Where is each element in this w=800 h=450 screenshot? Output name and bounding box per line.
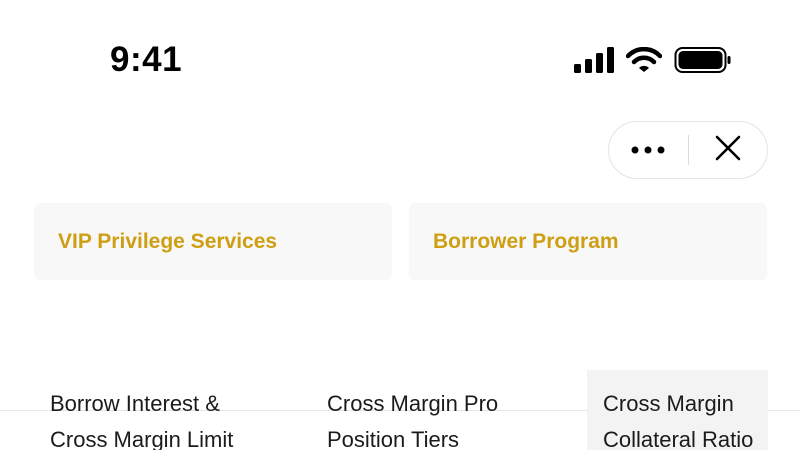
status-time: 9:41 — [110, 40, 183, 79]
status-icons — [574, 44, 732, 76]
vip-privilege-label: VIP Privilege Services — [58, 229, 278, 253]
screen: 9:41 VIP Privilege Services Borrower Pro… — [0, 0, 800, 450]
tab-label-line2: Collateral Ratio — [603, 427, 754, 450]
tab-position-tiers[interactable]: Cross Margin Pro Position Tiers — [327, 370, 577, 450]
tab-label-line2: Cross Margin Limit — [50, 427, 234, 450]
tab-label-line1: Cross Margin — [603, 391, 734, 416]
tab-label-line1: Cross Margin Pro — [327, 391, 499, 416]
mini-program-capsule — [608, 121, 768, 179]
vip-privilege-card[interactable]: VIP Privilege Services — [34, 203, 392, 280]
close-icon — [715, 135, 741, 166]
more-button[interactable] — [609, 122, 688, 178]
tab-borrow-interest[interactable]: Borrow Interest & Cross Margin Limit — [50, 370, 300, 450]
close-button[interactable] — [689, 122, 768, 178]
borrower-program-card[interactable]: Borrower Program — [409, 203, 767, 280]
wifi-icon — [626, 47, 662, 73]
borrower-program-label: Borrower Program — [433, 229, 619, 253]
signal-icon — [574, 47, 614, 73]
tab-collateral-ratio[interactable]: Cross Margin Collateral Ratio — [587, 370, 768, 450]
battery-icon — [674, 46, 732, 74]
tab-label-line1: Borrow Interest & — [50, 391, 220, 416]
tab-label-line2: Position Tiers — [327, 427, 460, 450]
more-dots-icon — [631, 141, 665, 159]
